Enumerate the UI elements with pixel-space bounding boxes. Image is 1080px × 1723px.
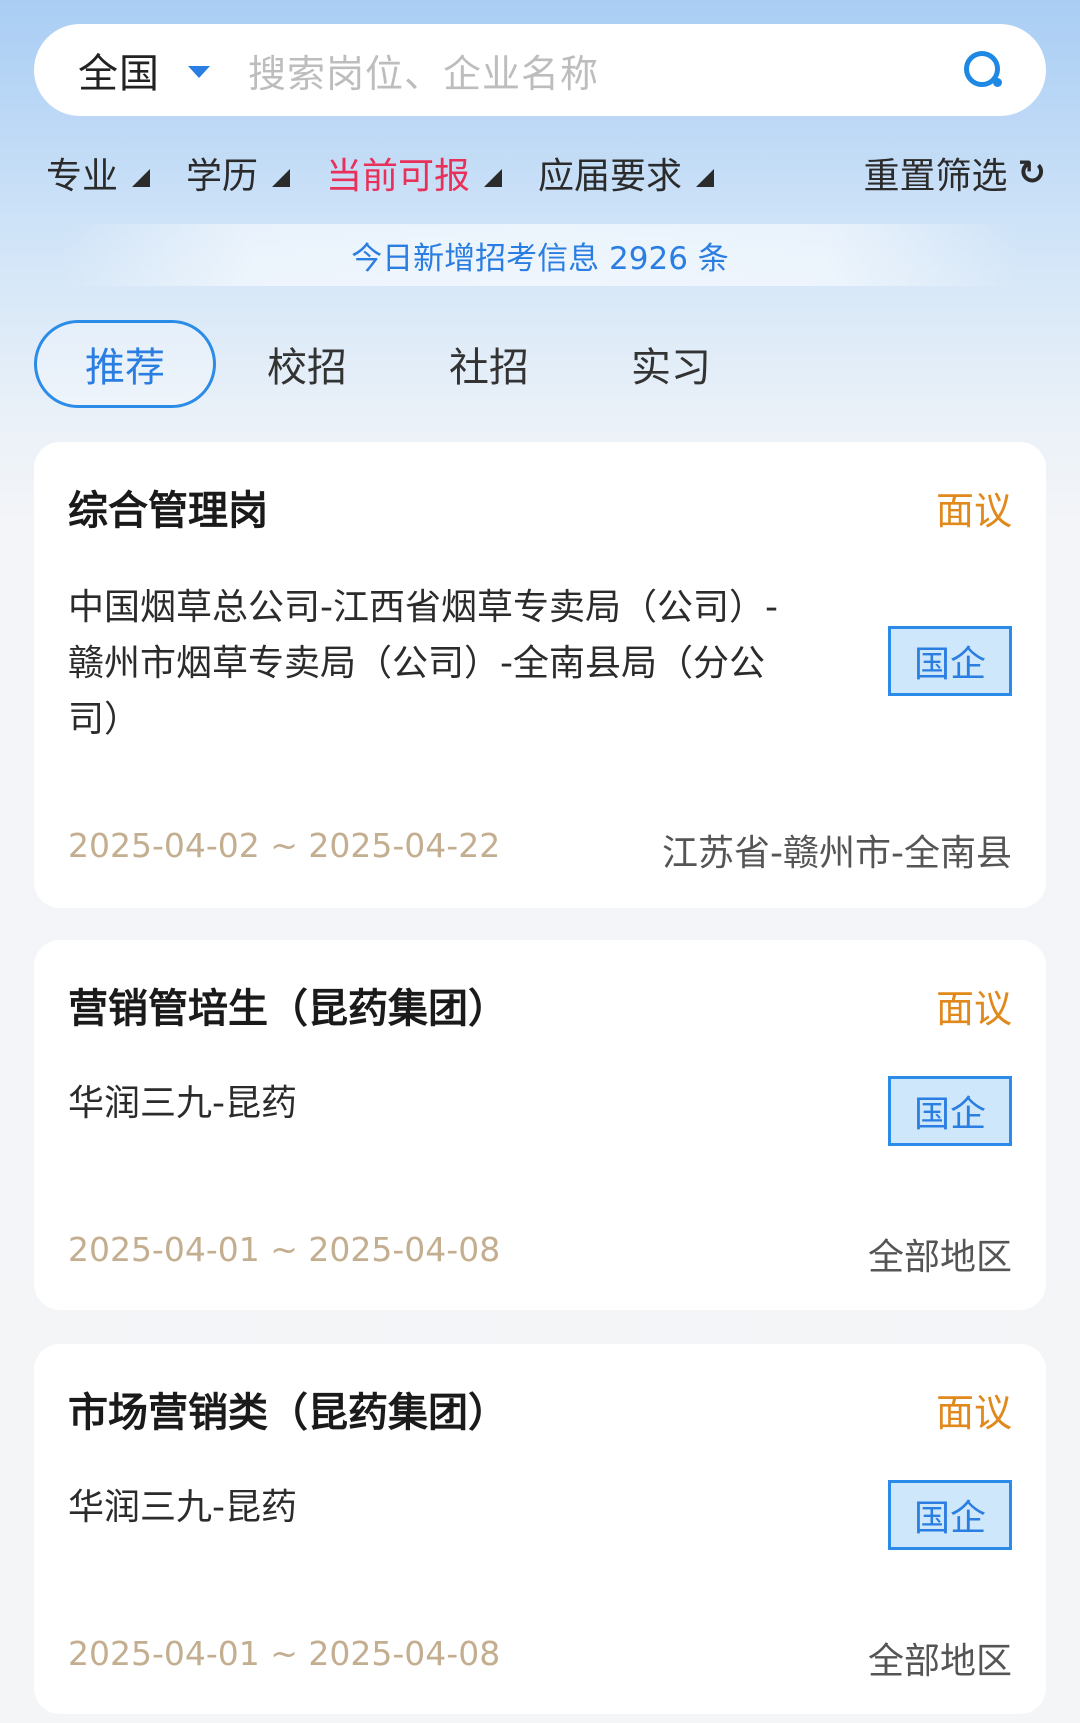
- dropdown-triangle-icon: [132, 169, 151, 187]
- search-bar: 全国 搜索岗位、企业名称: [34, 24, 1046, 116]
- filter-currently-open-label: 当前可报: [326, 156, 471, 197]
- job-salary: 面议: [935, 489, 1012, 533]
- new-info-banner: 今日新增招考信息 2926 条: [60, 224, 1020, 286]
- reset-filter-label: 重置筛选: [863, 156, 1008, 197]
- filter-major-label: 专业: [46, 156, 119, 197]
- job-location: 全部地区: [867, 1641, 1012, 1682]
- job-dates: 2025-04-02 ~ 2025-04-22: [68, 826, 501, 865]
- job-location: 全部地区: [867, 1237, 1012, 1278]
- job-title: 综合管理岗: [68, 488, 268, 534]
- tab-bar: 推荐 校招 社招 实习: [34, 318, 762, 410]
- job-salary: 面议: [935, 987, 1012, 1031]
- filter-major[interactable]: 专业: [46, 147, 151, 199]
- region-selector[interactable]: 全国: [78, 41, 160, 99]
- new-info-text: 今日新增招考信息 2926 条: [351, 240, 729, 277]
- filter-currently-open[interactable]: 当前可报: [326, 147, 503, 199]
- tab-social[interactable]: 社招: [398, 320, 580, 408]
- company-type-badge: 国企: [888, 1076, 1012, 1146]
- search-icon[interactable]: [960, 47, 1006, 93]
- refresh-icon: ↻: [1017, 153, 1047, 193]
- job-salary: 面议: [935, 1391, 1012, 1435]
- dropdown-triangle-icon: [272, 169, 291, 187]
- job-location: 江苏省-赣州市-全南县: [662, 833, 1012, 874]
- job-title: 市场营销类（昆药集团）: [68, 1390, 508, 1436]
- job-card[interactable]: 综合管理岗 面议 中国烟草总公司-江西省烟草专卖局（公司）-赣州市烟草专卖局（公…: [34, 442, 1046, 908]
- job-card[interactable]: 营销管培生（昆药集团） 面议 华润三九-昆药 国企 2025-04-01 ~ 2…: [34, 940, 1046, 1310]
- job-title: 营销管培生（昆药集团）: [68, 986, 508, 1032]
- job-company: 华润三九-昆药: [68, 1487, 297, 1528]
- search-input[interactable]: 搜索岗位、企业名称: [248, 43, 960, 98]
- search-icon-dot: [993, 78, 1002, 87]
- tab-internship[interactable]: 实习: [580, 320, 762, 408]
- reset-filter-button[interactable]: 重置筛选 ↻: [863, 147, 1046, 199]
- job-card[interactable]: 市场营销类（昆药集团） 面议 华润三九-昆药 国企 2025-04-01 ~ 2…: [34, 1344, 1046, 1714]
- filter-education-label: 学历: [186, 156, 259, 197]
- tab-campus[interactable]: 校招: [216, 320, 398, 408]
- tab-recommend[interactable]: 推荐: [34, 320, 216, 408]
- filter-graduate-requirement-label: 应届要求: [538, 156, 683, 197]
- chevron-down-icon[interactable]: [188, 66, 210, 78]
- filter-education[interactable]: 学历: [186, 147, 291, 199]
- company-type-badge: 国企: [888, 626, 1012, 696]
- company-type-badge: 国企: [888, 1480, 1012, 1550]
- job-company: 中国烟草总公司-江西省烟草专卖局（公司）-赣州市烟草专卖局（公司）-全南县局（分…: [68, 587, 778, 740]
- filter-row: 专业 学历 当前可报 应届要求 重置筛选 ↻: [46, 140, 1046, 206]
- job-company: 华润三九-昆药: [68, 1083, 297, 1124]
- job-dates: 2025-04-01 ~ 2025-04-08: [68, 1634, 501, 1673]
- filter-graduate-requirement[interactable]: 应届要求: [538, 147, 715, 199]
- job-dates: 2025-04-01 ~ 2025-04-08: [68, 1230, 501, 1269]
- dropdown-triangle-icon: [696, 169, 715, 187]
- dropdown-triangle-icon: [484, 169, 503, 187]
